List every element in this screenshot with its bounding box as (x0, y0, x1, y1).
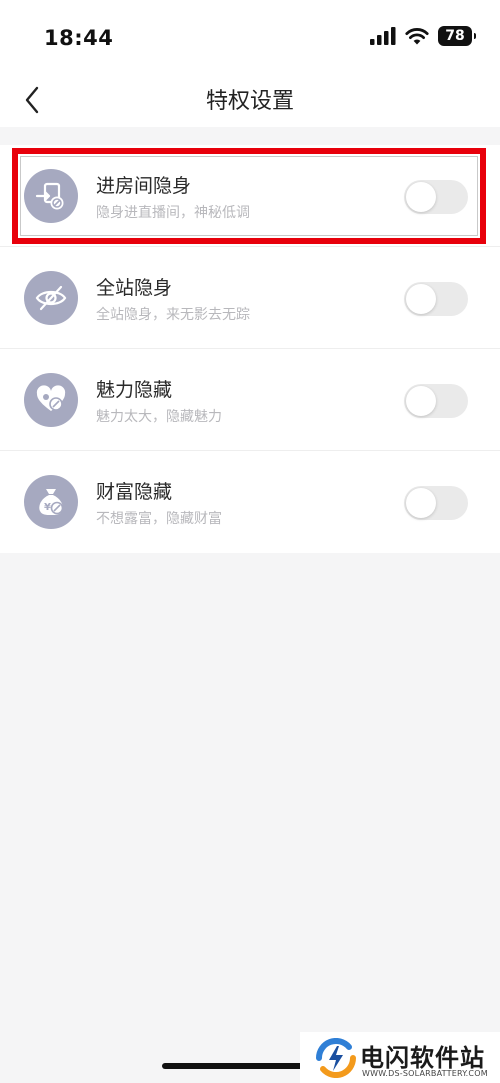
setting-title: 财富隐藏 (96, 481, 173, 503)
toggle-knob (406, 182, 436, 212)
home-indicator[interactable] (162, 1063, 304, 1069)
toggle-knob (406, 488, 436, 518)
setting-row-site-hidden: 全站隐身 全站隐身，来无影去无踪 (0, 247, 500, 349)
battery-indicator: 78 (438, 26, 476, 46)
setting-subtitle: 全站隐身，来无影去无踪 (96, 307, 250, 323)
wifi-icon (405, 28, 429, 45)
setting-row-charm-hidden: 魅力隐藏 魅力太大，隐藏魅力 (0, 349, 500, 451)
status-icons: 78 (370, 26, 476, 46)
toggle-knob (406, 386, 436, 416)
settings-list: 进房间隐身 隐身进直播间，神秘低调 全站隐身 全站隐身，来无影去无踪 魅力隐藏 … (0, 145, 500, 553)
heart-hidden-icon (24, 373, 78, 427)
battery-level: 78 (445, 28, 465, 44)
site-hidden-toggle[interactable] (404, 282, 468, 316)
status-bar: 18:44 78 (0, 0, 500, 75)
wealth-hidden-toggle[interactable] (404, 486, 468, 520)
enter-room-hidden-toggle[interactable] (404, 180, 468, 214)
setting-title: 魅力隐藏 (96, 379, 173, 401)
status-time: 18:44 (44, 26, 114, 50)
setting-title: 全站隐身 (96, 277, 173, 299)
toggle-knob (406, 284, 436, 314)
cellular-signal-icon (370, 27, 396, 45)
charm-hidden-toggle[interactable] (404, 384, 468, 418)
watermark-title: 电闪软件站 (360, 1044, 485, 1072)
enter-room-hidden-icon (24, 169, 78, 223)
page-title: 特权设置 (205, 89, 294, 114)
setting-subtitle: 不想露富，隐藏财富 (96, 511, 222, 527)
eye-hidden-icon (24, 271, 78, 325)
svg-text:¥: ¥ (44, 502, 51, 513)
setting-row-wealth-hidden: ¥ 财富隐藏 不想露富，隐藏财富 (0, 451, 500, 553)
setting-subtitle: 魅力太大，隐藏魅力 (96, 409, 222, 425)
setting-title: 进房间隐身 (96, 175, 192, 197)
nav-bar: 特权设置 (0, 75, 500, 127)
watermark: 电闪软件站 WWW.DS-SOLARBATTERY.COM (300, 1032, 500, 1083)
setting-subtitle: 隐身进直播间，神秘低调 (96, 205, 250, 221)
money-bag-hidden-icon: ¥ (24, 475, 78, 529)
watermark-url: WWW.DS-SOLARBATTERY.COM (362, 1069, 488, 1078)
site-logo-icon (315, 1038, 357, 1078)
setting-row-enter-room-hidden: 进房间隐身 隐身进直播间，神秘低调 (0, 145, 500, 247)
